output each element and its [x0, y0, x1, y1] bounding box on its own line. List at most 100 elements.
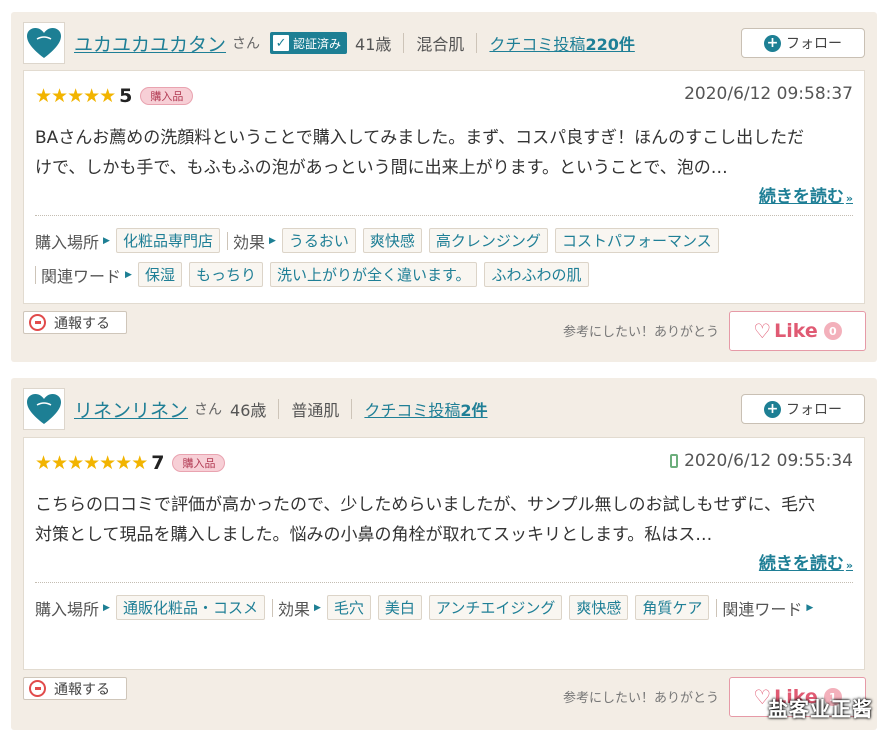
review-text-line: 対策として現品を購入しました。悩みの小鼻の角栓が取れてスッキリとします。私はス… — [35, 525, 713, 545]
reviewer-age: 41歳 — [355, 35, 392, 54]
review-text-line: こちらの口コミで評価が高かったので、少しためらいましたが、サンプル無しのお試しも… — [35, 495, 815, 515]
review-count-number: 220件 — [585, 35, 635, 54]
tag-related-word[interactable]: 洗い上がりが全く違います。 — [269, 262, 478, 287]
divider — [35, 215, 853, 216]
related-words-label-text: 関連ワード — [41, 266, 122, 286]
review-date: 2020/6/12 09:55:34 — [670, 451, 853, 471]
review-count-link[interactable]: クチコミ投稿2件 — [364, 397, 487, 421]
tag-effect[interactable]: 角質ケア — [635, 595, 710, 620]
purchase-place-label: 購入場所 ▶ — [35, 229, 116, 253]
star-icon: ★★★★★ — [35, 85, 116, 107]
tag-effect[interactable]: うるおい — [281, 228, 356, 253]
avatar[interactable] — [23, 388, 65, 430]
skin-type: 普通肌 — [291, 401, 340, 420]
tag-effect[interactable]: 爽快感 — [569, 595, 629, 620]
follow-label: フォロー — [786, 402, 842, 418]
review-text-line: BAさんお薦めの洗顔料ということで購入してみました。まず、コスパ良すぎ！ほんのす… — [35, 128, 805, 148]
double-chevron-icon: » — [845, 192, 853, 205]
effect-label: 効果 ▶ — [278, 596, 327, 620]
read-more-label: 続きを読む — [758, 554, 844, 574]
verified-label: 認証済み — [293, 36, 342, 51]
review-text: こちらの口コミで評価が高かったので、少しためらいましたが、サンプル無しのお試しも… — [35, 490, 852, 550]
caret-right-icon: ▶ — [313, 602, 321, 613]
read-more-link[interactable]: 続きを読む» — [759, 182, 853, 207]
divider — [351, 399, 353, 419]
divider — [271, 598, 273, 617]
reviewer-age: 46歳 — [230, 401, 267, 420]
caret-right-icon: ▶ — [806, 602, 814, 613]
watermark: 盐客业正酱 — [768, 697, 873, 721]
related-words-label: 関連ワード ▶ — [41, 263, 138, 287]
tag-row: 購入場所 ▶ 通販化粧品・コスメ 効果 ▶ 毛穴 美白 アンチエイジング 爽快感 角… — [35, 595, 853, 620]
read-more-link[interactable]: 続きを読む» — [759, 549, 853, 574]
tag-related-word[interactable]: ふわふわの肌 — [484, 262, 589, 287]
report-label: 通報する — [54, 315, 110, 332]
report-button[interactable]: 通報する — [23, 677, 127, 700]
caret-right-icon: ▶ — [103, 235, 110, 246]
divider — [278, 399, 280, 419]
review-text-line: けで、しかも手で、もふもふの泡があっという間に出来上がります。ということで、泡の… — [35, 158, 728, 178]
skin-type: 混合肌 — [416, 35, 465, 54]
rating-score: 7 — [151, 452, 165, 474]
heart-icon: ♡ — [753, 319, 772, 343]
review-count-prefix: クチコミ投稿 — [489, 35, 586, 54]
caret-right-icon: ▶ — [103, 602, 110, 613]
review-count-prefix: クチコミ投稿 — [364, 401, 461, 420]
no-entry-icon — [29, 314, 46, 331]
report-label: 通報する — [54, 681, 110, 698]
rating: ★★★★★ 5 購入品 — [35, 85, 194, 107]
tag-effect[interactable]: 高クレンジング — [428, 228, 548, 253]
review-card: ユカユカユカタン さん ✓ 認証済み 41歳 混合肌 クチコミ投稿220件 + … — [11, 12, 877, 362]
review-count-link[interactable]: クチコミ投稿220件 — [489, 31, 634, 55]
tag-effect[interactable]: 美白 — [377, 595, 422, 620]
tag-related-word[interactable]: 保湿 — [137, 262, 182, 287]
read-more-label: 続きを読む — [758, 187, 844, 207]
caret-right-icon: ▶ — [125, 269, 132, 280]
review-datetime: 2020/6/12 09:58:37 — [684, 84, 853, 104]
plus-icon: + — [764, 400, 781, 418]
report-button[interactable]: 通報する — [23, 311, 127, 334]
check-icon: ✓ — [273, 35, 290, 51]
caret-right-icon: ▶ — [268, 235, 276, 246]
effect-label-text: 効果 — [232, 232, 265, 252]
purchase-badge: 購入品 — [140, 87, 194, 105]
divider — [35, 582, 853, 583]
username-link[interactable]: ユカユカユカタン — [74, 30, 226, 57]
follow-button[interactable]: + フォロー — [741, 394, 865, 424]
divider — [403, 33, 405, 53]
review-datetime: 2020/6/12 09:55:34 — [684, 451, 853, 471]
review-body: ★★★★★★★ 7 購入品 2020/6/12 09:55:34 こちらの口コミ… — [23, 437, 865, 670]
divider — [35, 265, 36, 284]
phone-icon — [670, 454, 679, 468]
tag-effect[interactable]: 毛穴 — [326, 595, 371, 620]
helpful-text: 参考にしたい！ありがとう — [562, 691, 719, 706]
avatar[interactable] — [23, 22, 65, 64]
tag-effect[interactable]: アンチエイジング — [428, 595, 563, 620]
rating: ★★★★★★★ 7 購入品 — [35, 452, 226, 474]
double-chevron-icon: » — [845, 559, 853, 572]
username-link[interactable]: リネンリネン — [74, 396, 188, 423]
divider — [226, 231, 228, 250]
effect-label-text: 効果 — [277, 599, 310, 619]
tag-effect[interactable]: コストパフォーマンス — [554, 228, 719, 253]
heart-avatar-icon — [27, 28, 61, 58]
rating-score: 5 — [119, 85, 133, 107]
purchase-badge: 購入品 — [172, 454, 226, 472]
tag-related-word[interactable]: もっちり — [188, 262, 263, 287]
tag-purchase-place[interactable]: 化粧品専門店 — [115, 228, 220, 253]
like-label: Like — [774, 320, 818, 342]
tag-row: 関連ワード ▶ 保湿 もっちり 洗い上がりが全く違います。 ふわふわの肌 — [35, 262, 853, 287]
follow-button[interactable]: + フォロー — [741, 28, 865, 58]
honorific: さん — [232, 36, 261, 52]
effect-label: 効果 ▶ — [233, 229, 282, 253]
tag-effect[interactable]: 爽快感 — [362, 228, 422, 253]
related-words-label-text: 関連ワード — [722, 599, 803, 619]
reviewer-header: ユカユカユカタン さん ✓ 認証済み 41歳 混合肌 クチコミ投稿220件 + … — [23, 21, 865, 65]
like-button[interactable]: ♡ Like 0 — [729, 311, 866, 351]
divider — [476, 33, 478, 53]
star-icon: ★★★★★★★ — [35, 452, 148, 474]
tag-purchase-place[interactable]: 通販化粧品・コスメ — [115, 595, 265, 620]
related-words-label: 関連ワード ▶ — [722, 596, 819, 620]
helpful-text: 参考にしたい！ありがとう — [562, 325, 719, 340]
review-card: リネンリネン さん 46歳 普通肌 クチコミ投稿2件 + フォロー ★★★★★★… — [11, 378, 877, 730]
